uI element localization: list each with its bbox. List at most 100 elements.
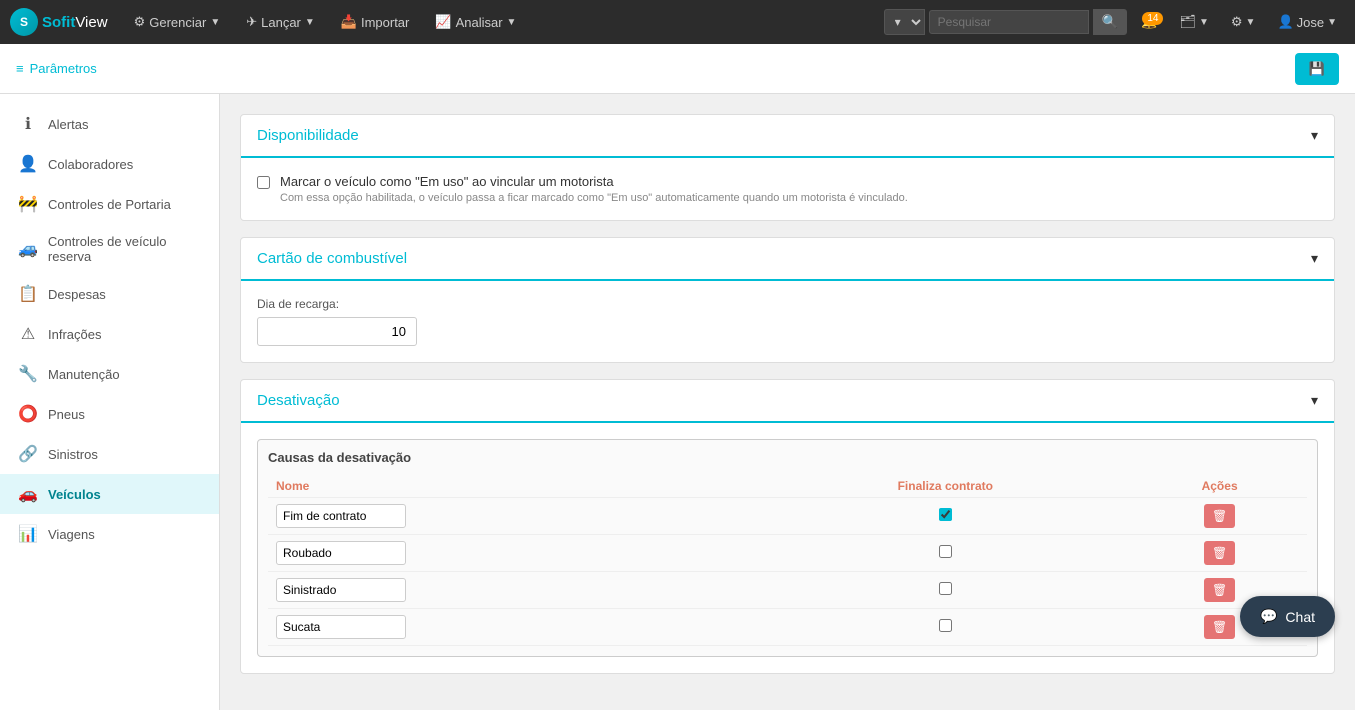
cartao-combustivel-header[interactable]: Cartão de combustível ▾	[241, 238, 1334, 281]
save-icon: 💾	[1309, 61, 1325, 77]
caret-analisar: ▼	[507, 17, 517, 28]
parametros-link[interactable]: ≡ Parâmetros	[16, 61, 97, 76]
cartao-combustivel-body: Dia de recarga:	[241, 281, 1334, 362]
delete-causa-button[interactable]: 🗑	[1204, 504, 1235, 528]
causa-nome-input[interactable]	[276, 615, 406, 639]
search-input[interactable]	[929, 10, 1089, 34]
col-nome: Nome	[268, 475, 758, 498]
sidebar-item-veiculo-reserva[interactable]: 🚙 Controles de veículo reserva	[0, 224, 219, 274]
manutencao-icon: 🔧	[18, 364, 38, 384]
table-row: 🗑	[268, 498, 1307, 535]
main-layout: ℹ Alertas 👤 Colaboradores 🚧 Controles de…	[0, 94, 1355, 710]
chevron-desativacao: ▾	[1311, 392, 1318, 409]
search-dropdown[interactable]: ▾	[884, 9, 925, 35]
search-button[interactable]: 🔍	[1093, 9, 1128, 35]
notifications-badge: 14	[1142, 12, 1163, 25]
chat-label: Chat	[1285, 609, 1315, 625]
infracoes-icon: ⚠	[18, 324, 38, 344]
network-button[interactable]: ⚙ ▼	[1223, 10, 1264, 34]
import-icon: 📥	[341, 14, 357, 30]
alertas-icon: ℹ	[18, 114, 38, 134]
chart-icon: 📈	[435, 14, 451, 30]
veiculo-reserva-icon: 🚙	[18, 239, 38, 259]
nav-lancar[interactable]: ✈ Lançar ▼	[236, 10, 325, 34]
delete-causa-button[interactable]: 🗑	[1204, 578, 1235, 602]
topnav: S SofitView ⚙ Gerenciar ▼ ✈ Lançar ▼ 📥 I…	[0, 0, 1355, 44]
chevron-cartao: ▾	[1311, 250, 1318, 267]
brand-logo-letter: S	[20, 15, 28, 29]
causas-title: Causas da desativação	[268, 450, 1307, 465]
causas-table: Nome Finaliza contrato Ações 🗑🗑🗑🗑	[268, 475, 1307, 646]
filter-icon: ≡	[16, 61, 24, 76]
veiculos-icon: 🚗	[18, 484, 38, 504]
save-button[interactable]: 💾	[1295, 53, 1339, 85]
sidebar: ℹ Alertas 👤 Colaboradores 🚧 Controles de…	[0, 94, 220, 710]
cartao-combustivel-title: Cartão de combustível	[257, 250, 407, 267]
brand-logo: S	[10, 8, 38, 36]
colaboradores-icon: 👤	[18, 154, 38, 174]
desativacao-title: Desativação	[257, 392, 340, 409]
sidebar-item-infracoes[interactable]: ⚠ Infrações	[0, 314, 219, 354]
brand-name: SofitView	[42, 14, 108, 31]
sidebar-item-veiculos[interactable]: 🚗 Veículos	[0, 474, 219, 514]
delete-causa-button[interactable]: 🗑	[1204, 615, 1235, 639]
causa-nome-input[interactable]	[276, 578, 406, 602]
table-row: 🗑	[268, 572, 1307, 609]
dia-recarga-input[interactable]	[257, 317, 417, 346]
nav-analisar[interactable]: 📈 Analisar ▼	[425, 10, 526, 34]
viagens-icon: 📊	[18, 524, 38, 544]
desativacao-header[interactable]: Desativação ▾	[241, 380, 1334, 423]
user-icon: 👤	[1277, 14, 1293, 30]
caret-lancar: ▼	[305, 17, 315, 28]
disponibilidade-checkbox[interactable]	[257, 176, 270, 189]
chat-button[interactable]: 💬 Chat	[1240, 596, 1335, 637]
storage-icon: 🗂	[1179, 14, 1196, 30]
col-finaliza: Finaliza contrato	[758, 475, 1132, 498]
disponibilidade-checkbox-label: Marcar o veículo como "Em uso" ao vincul…	[280, 174, 908, 189]
dia-recarga-label: Dia de recarga:	[257, 297, 1318, 311]
sidebar-item-portaria[interactable]: 🚧 Controles de Portaria	[0, 184, 219, 224]
caret-gerenciar: ▼	[210, 17, 220, 28]
sidebar-item-pneus[interactable]: ⭕ Pneus	[0, 394, 219, 434]
brand-logo-area: S SofitView	[10, 8, 108, 36]
disponibilidade-title: Disponibilidade	[257, 127, 359, 144]
finaliza-checkbox[interactable]	[939, 508, 952, 521]
sidebar-item-despesas[interactable]: 📋 Despesas	[0, 274, 219, 314]
causa-nome-input[interactable]	[276, 504, 406, 528]
launch-icon: ✈	[246, 14, 257, 30]
nav-gerenciar[interactable]: ⚙ Gerenciar ▼	[124, 10, 231, 34]
sidebar-item-colaboradores[interactable]: 👤 Colaboradores	[0, 144, 219, 184]
network-icon: ⚙	[1231, 14, 1243, 30]
pneus-icon: ⭕	[18, 404, 38, 424]
table-row: 🗑	[268, 535, 1307, 572]
dia-recarga-field: Dia de recarga:	[257, 297, 1318, 346]
storage-button[interactable]: 🗂 ▼	[1171, 10, 1216, 34]
finaliza-checkbox[interactable]	[939, 582, 952, 595]
sidebar-item-alertas[interactable]: ℹ Alertas	[0, 104, 219, 144]
sidebar-item-manutencao[interactable]: 🔧 Manutenção	[0, 354, 219, 394]
sidebar-item-sinistros[interactable]: 🔗 Sinistros	[0, 434, 219, 474]
table-row: 🗑	[268, 609, 1307, 646]
sinistros-icon: 🔗	[18, 444, 38, 464]
search-area: ▾ 🔍	[884, 9, 1128, 35]
notifications-button[interactable]: 🔔 14	[1133, 10, 1165, 34]
despesas-icon: 📋	[18, 284, 38, 304]
finaliza-checkbox[interactable]	[939, 619, 952, 632]
delete-causa-button[interactable]: 🗑	[1204, 541, 1235, 565]
section-desativacao: Desativação ▾ Causas da desativação Nome…	[240, 379, 1335, 674]
desativacao-body: Causas da desativação Nome Finaliza cont…	[241, 423, 1334, 673]
chevron-disponibilidade: ▾	[1311, 127, 1318, 144]
main-content: Disponibilidade ▾ Marcar o veículo como …	[220, 94, 1355, 710]
disponibilidade-checkbox-row: Marcar o veículo como "Em uso" ao vincul…	[257, 174, 1318, 204]
disponibilidade-checkbox-desc: Com essa opção habilitada, o veículo pas…	[280, 192, 908, 204]
section-disponibilidade-header[interactable]: Disponibilidade ▾	[241, 115, 1334, 158]
user-menu[interactable]: 👤 Jose ▼	[1269, 10, 1345, 34]
causas-desativacao-box: Causas da desativação Nome Finaliza cont…	[257, 439, 1318, 657]
finaliza-checkbox[interactable]	[939, 545, 952, 558]
section-disponibilidade: Disponibilidade ▾ Marcar o veículo como …	[240, 114, 1335, 221]
causa-nome-input[interactable]	[276, 541, 406, 565]
sidebar-item-viagens[interactable]: 📊 Viagens	[0, 514, 219, 554]
chat-icon: 💬	[1260, 608, 1277, 625]
nav-importar[interactable]: 📥 Importar	[331, 10, 420, 34]
section-cartao-combustivel: Cartão de combustível ▾ Dia de recarga:	[240, 237, 1335, 363]
